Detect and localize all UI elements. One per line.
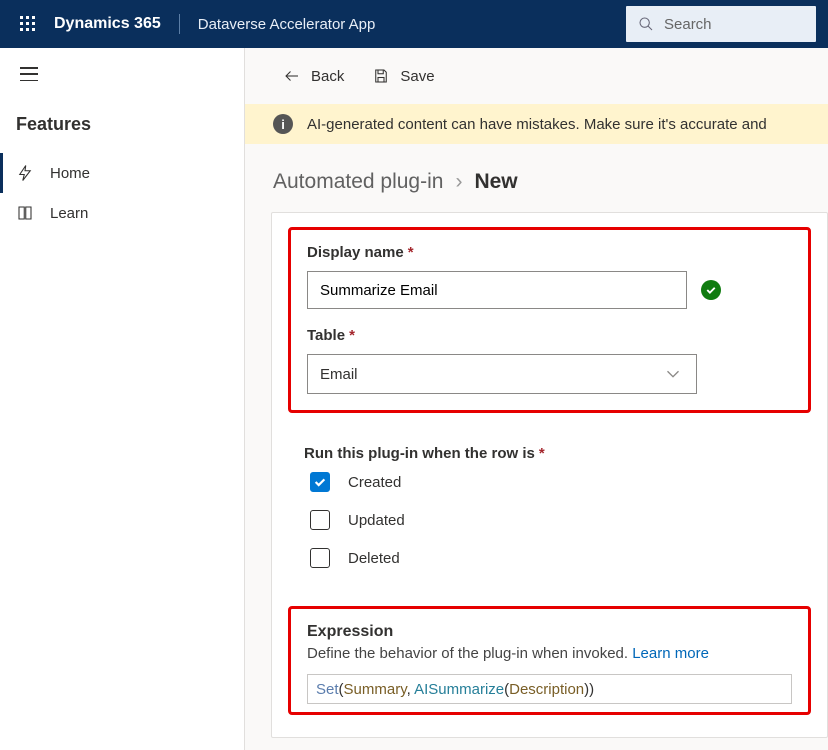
breadcrumb: Automated plug-in › New xyxy=(245,144,828,212)
arrow-left-icon xyxy=(283,67,301,85)
top-bar: Dynamics 365 Dataverse Accelerator App xyxy=(0,0,828,48)
breadcrumb-seg2: New xyxy=(474,170,517,194)
breadcrumb-seg1[interactable]: Automated plug-in xyxy=(273,170,443,194)
search-box[interactable] xyxy=(626,6,816,42)
checkbox-deleted[interactable] xyxy=(310,548,330,568)
hamburger-row xyxy=(0,48,244,100)
save-button[interactable]: Save xyxy=(362,61,444,91)
display-name-label: Display name* xyxy=(307,244,792,261)
checkbox-created[interactable] xyxy=(310,472,330,492)
option-label: Created xyxy=(348,474,401,491)
divider xyxy=(179,14,180,34)
chevron-down-icon xyxy=(662,363,684,385)
book-icon xyxy=(16,204,34,222)
hamburger-icon[interactable] xyxy=(20,67,38,81)
table-label: Table* xyxy=(307,327,792,344)
expression-title: Expression xyxy=(307,623,792,641)
main-area: Back Save i AI-generated content can hav… xyxy=(245,48,828,750)
warning-text: AI-generated content can have mistakes. … xyxy=(307,116,767,133)
search-input[interactable] xyxy=(664,16,804,33)
save-label: Save xyxy=(400,68,434,85)
brand-label: Dynamics 365 xyxy=(54,15,161,33)
trigger-label: Run this plug-in when the row is* xyxy=(304,445,795,462)
option-deleted[interactable]: Deleted xyxy=(310,548,795,568)
option-created[interactable]: Created xyxy=(310,472,795,492)
expression-description: Define the behavior of the plug-in when … xyxy=(307,645,792,662)
sidebar-item-home[interactable]: Home xyxy=(0,153,244,193)
back-label: Back xyxy=(311,68,344,85)
checkbox-updated[interactable] xyxy=(310,510,330,530)
option-label: Updated xyxy=(348,512,405,529)
warning-bar: i AI-generated content can have mistakes… xyxy=(245,104,828,144)
app-name-label: Dataverse Accelerator App xyxy=(198,16,376,33)
sidebar: Features Home Learn xyxy=(0,48,245,750)
chevron-right-icon: › xyxy=(455,170,462,194)
lightning-icon xyxy=(16,164,34,182)
back-button[interactable]: Back xyxy=(273,61,354,91)
highlight-box-2: Expression Define the behavior of the pl… xyxy=(288,606,811,715)
form-card: Display name* Table* Email xyxy=(271,212,828,738)
highlight-box-1: Display name* Table* Email xyxy=(288,227,811,413)
option-label: Deleted xyxy=(348,550,400,567)
sidebar-item-learn[interactable]: Learn xyxy=(0,193,244,233)
display-name-input[interactable] xyxy=(307,271,687,309)
expression-editor[interactable]: Set(Summary, AISummarize(Description)) xyxy=(307,674,792,704)
trigger-section: Run this plug-in when the row is* Create… xyxy=(272,427,827,592)
toolbar: Back Save xyxy=(245,48,828,104)
table-select[interactable]: Email xyxy=(307,354,697,394)
table-select-value: Email xyxy=(320,366,358,383)
learn-more-link[interactable]: Learn more xyxy=(632,645,709,662)
search-icon xyxy=(638,16,654,32)
sidebar-item-label: Home xyxy=(50,165,90,182)
app-launcher-icon[interactable] xyxy=(12,8,44,40)
save-icon xyxy=(372,67,390,85)
option-updated[interactable]: Updated xyxy=(310,510,795,530)
sidebar-group-label: Features xyxy=(0,100,244,153)
sidebar-item-label: Learn xyxy=(50,205,88,222)
info-icon: i xyxy=(273,114,293,134)
valid-check-icon xyxy=(701,280,721,300)
